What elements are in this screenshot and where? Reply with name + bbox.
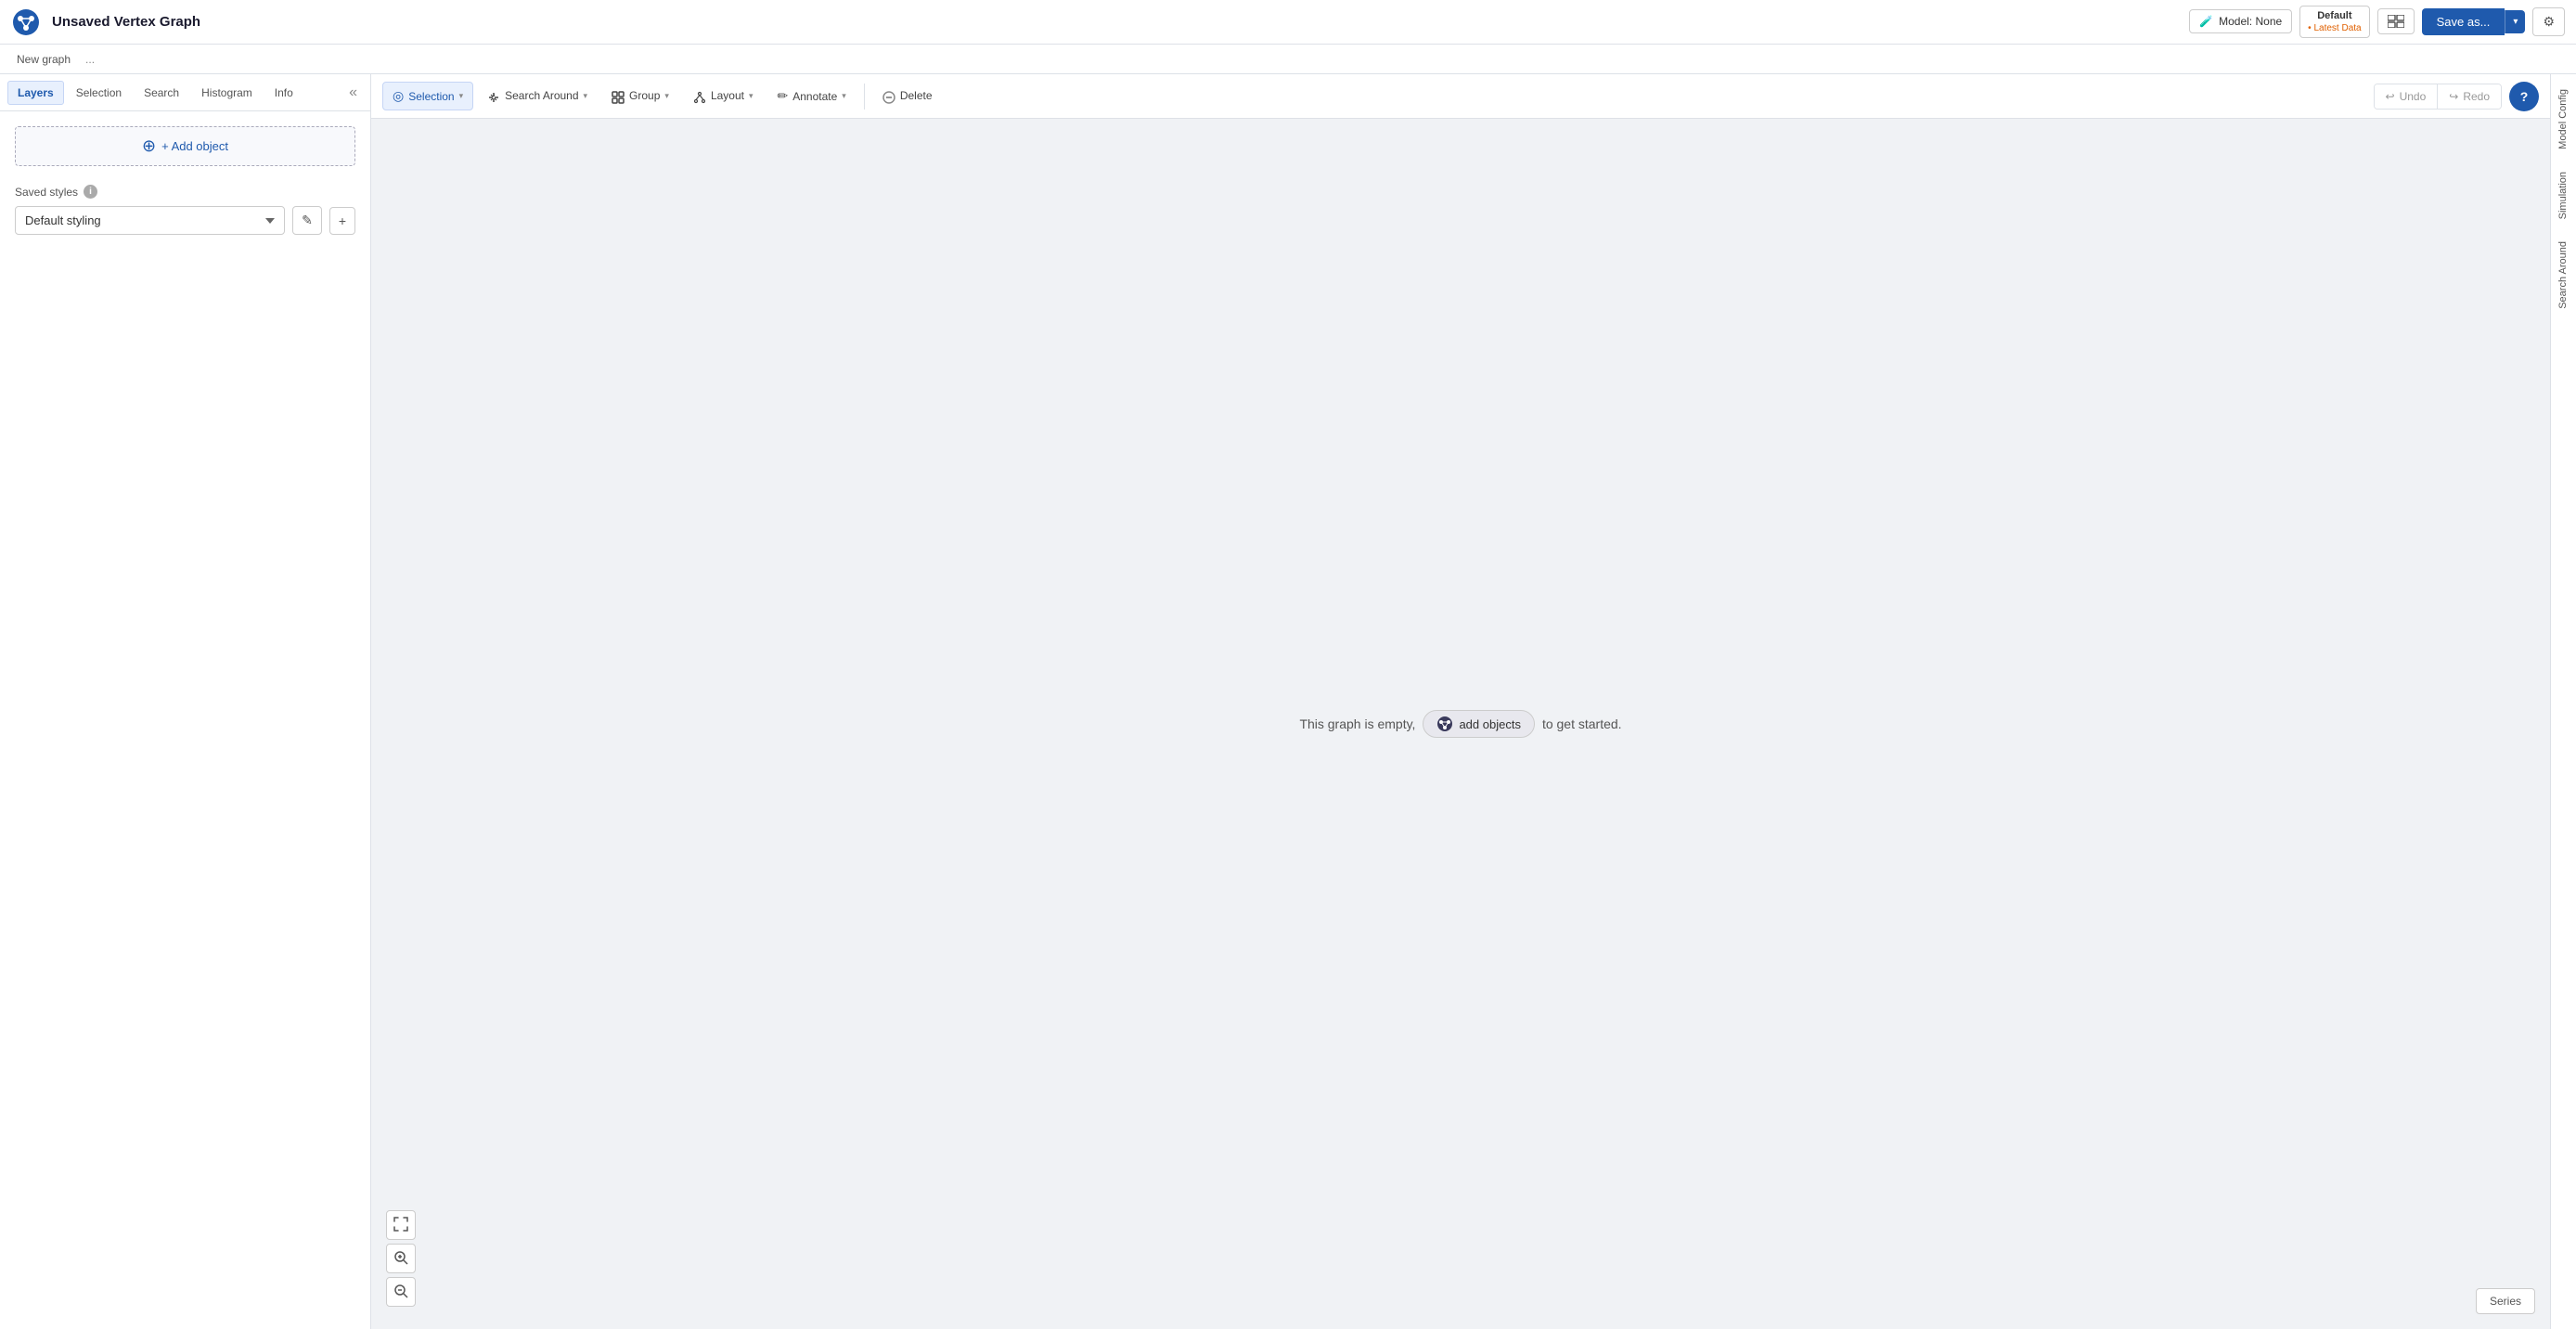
- search-around-label: Search Around: [505, 89, 578, 102]
- search-around-icon: [487, 88, 500, 103]
- redo-icon: ↪: [2449, 90, 2458, 103]
- default-data-label: Default: [2317, 9, 2351, 22]
- layout-icon: [693, 88, 706, 103]
- delete-button[interactable]: Delete: [872, 82, 943, 110]
- group-icon: [612, 88, 625, 103]
- sidebar-item-search-around[interactable]: Search Around: [2552, 230, 2576, 320]
- undo-label: Undo: [2400, 90, 2427, 103]
- group-dropdown-icon: ▾: [664, 91, 669, 101]
- default-data-button[interactable]: Default • Latest Data: [2299, 6, 2369, 38]
- undo-redo-group: ↩ Undo ↪ Redo: [2374, 84, 2503, 110]
- zoom-out-button[interactable]: [386, 1277, 416, 1307]
- delete-label: Delete: [900, 89, 933, 102]
- topbar-actions: 🧪 Model: None Default • Latest Data Save…: [2189, 6, 2565, 38]
- latest-data-label: • Latest Data: [2308, 22, 2361, 34]
- selection-dropdown-icon: ▾: [459, 91, 464, 101]
- fit-canvas-button[interactable]: [386, 1210, 416, 1240]
- annotate-dropdown-icon: ▾: [842, 91, 846, 101]
- add-objects-pill[interactable]: add objects: [1423, 710, 1535, 738]
- add-object-plus-icon: ⊕: [142, 136, 156, 156]
- style-selector-row: Default styling ✎ +: [15, 206, 355, 235]
- topbar: Unsaved Vertex Graph 🧪 Model: None Defau…: [0, 0, 2576, 45]
- saved-styles-text: Saved styles: [15, 186, 78, 199]
- tab-search[interactable]: Search: [134, 81, 189, 105]
- fit-icon: [393, 1217, 408, 1234]
- search-around-dropdown-icon: ▾: [584, 91, 588, 101]
- help-button[interactable]: ?: [2509, 82, 2539, 111]
- add-objects-pill-icon: [1436, 716, 1453, 732]
- model-label: Model: None: [2219, 15, 2282, 28]
- sidebar-item-simulation[interactable]: Simulation: [2552, 161, 2576, 230]
- left-panel: Layers Selection Search Histogram Info «…: [0, 74, 371, 1329]
- left-panel-tabs: Layers Selection Search Histogram Info «: [0, 74, 370, 111]
- zoom-out-icon: [393, 1284, 408, 1301]
- delete-icon: [882, 88, 895, 103]
- search-around-button[interactable]: Search Around ▾: [477, 82, 598, 110]
- tab-info[interactable]: Info: [264, 81, 303, 105]
- empty-msg-prefix: This graph is empty,: [1299, 716, 1415, 731]
- page-title: Unsaved Vertex Graph: [52, 14, 2178, 30]
- help-icon: ?: [2520, 89, 2529, 104]
- tabbar-ellipsis[interactable]: ...: [80, 47, 100, 71]
- edit-icon: ✎: [302, 213, 313, 227]
- canvas-controls: [386, 1210, 416, 1307]
- zoom-in-icon: [393, 1250, 408, 1268]
- right-sidebar: Model Config Simulation Search Around: [2550, 74, 2576, 1329]
- canvas-area[interactable]: This graph is empty, add obj: [371, 119, 2550, 1329]
- settings-button[interactable]: ⚙: [2532, 7, 2565, 36]
- selection-icon: ◎: [393, 88, 404, 104]
- gear-icon: ⚙: [2543, 14, 2555, 29]
- info-icon[interactable]: i: [84, 185, 97, 199]
- toolbar-divider-1: [864, 84, 865, 110]
- model-button[interactable]: 🧪 Model: None: [2189, 9, 2292, 33]
- selection-button[interactable]: ◎ Selection ▾: [382, 82, 473, 110]
- add-object-button[interactable]: ⊕ + Add object: [15, 126, 355, 166]
- add-style-button[interactable]: +: [329, 207, 355, 235]
- annotate-icon: ✏: [778, 88, 789, 104]
- edit-style-button[interactable]: ✎: [292, 206, 322, 235]
- annotate-label: Annotate: [792, 90, 837, 103]
- save-dropdown-button[interactable]: ▾: [2505, 10, 2525, 33]
- layout-label: Layout: [711, 89, 744, 102]
- sidebar-item-model-config[interactable]: Model Config: [2552, 78, 2576, 161]
- add-object-label: + Add object: [161, 139, 228, 153]
- annotate-button[interactable]: ✏ Annotate ▾: [767, 82, 857, 110]
- layout-icon-button[interactable]: [2377, 8, 2415, 34]
- add-objects-label: add objects: [1459, 717, 1521, 731]
- saved-styles-section: Saved styles i: [15, 185, 355, 199]
- save-btn-group: Save as... ▾: [2422, 8, 2526, 35]
- left-panel-content: ⊕ + Add object Saved styles i Default st…: [0, 111, 370, 1329]
- selection-label: Selection: [408, 90, 454, 103]
- tab-selection[interactable]: Selection: [66, 81, 132, 105]
- group-label: Group: [629, 89, 660, 102]
- tabbar: New graph ...: [0, 45, 2576, 74]
- style-select[interactable]: Default styling: [15, 206, 285, 235]
- layout-dropdown-icon: ▾: [749, 91, 753, 101]
- redo-button[interactable]: ↪ Redo: [2437, 84, 2501, 109]
- layout-button[interactable]: Layout ▾: [683, 82, 764, 110]
- add-style-icon: +: [339, 213, 346, 228]
- app-logo: [11, 7, 41, 37]
- save-button[interactable]: Save as...: [2422, 8, 2505, 35]
- zoom-in-button[interactable]: [386, 1244, 416, 1273]
- undo-button[interactable]: ↩ Undo: [2375, 84, 2438, 109]
- toolbar: ◎ Selection ▾ Search Around ▾: [371, 74, 2550, 119]
- collapse-panel-button[interactable]: «: [343, 81, 363, 105]
- content-area: ◎ Selection ▾ Search Around ▾: [371, 74, 2550, 1329]
- group-button[interactable]: Group ▾: [601, 82, 679, 110]
- tabbar-new-graph[interactable]: New graph: [7, 47, 80, 71]
- model-icon: 🧪: [2199, 15, 2213, 28]
- main-layout: Layers Selection Search Histogram Info «…: [0, 74, 2576, 1329]
- undo-icon: ↩: [2386, 90, 2395, 103]
- dropdown-arrow-icon: ▾: [2513, 17, 2518, 27]
- tab-layers[interactable]: Layers: [7, 81, 64, 105]
- tab-histogram[interactable]: Histogram: [191, 81, 263, 105]
- canvas-empty-message: This graph is empty, add obj: [1299, 710, 1621, 738]
- series-button[interactable]: Series: [2476, 1288, 2535, 1314]
- redo-label: Redo: [2463, 90, 2490, 103]
- empty-msg-suffix: to get started.: [1542, 716, 1622, 731]
